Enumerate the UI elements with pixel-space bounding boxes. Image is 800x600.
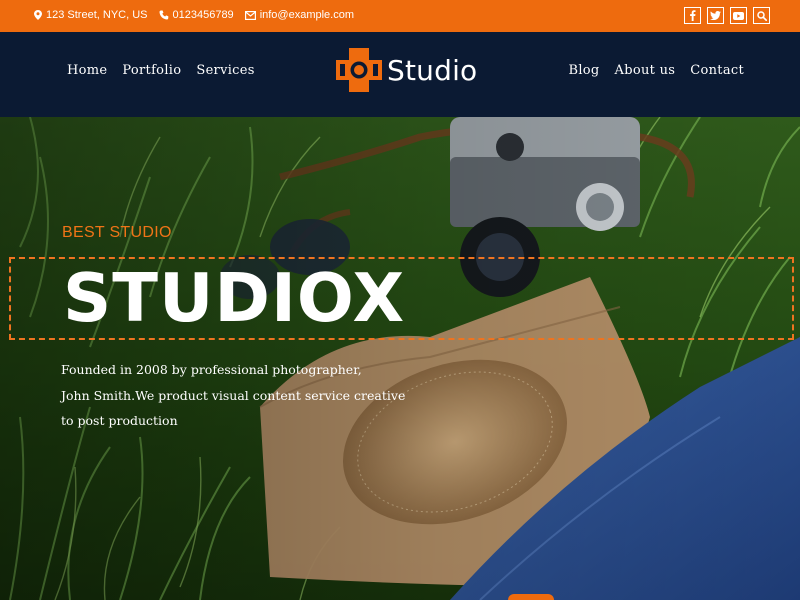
hero-description: Founded in 2008 by professional photogra… — [61, 357, 406, 434]
search-button[interactable] — [753, 7, 770, 24]
nav-link-services[interactable]: Services — [196, 63, 254, 78]
email-item[interactable]: info@example.com — [244, 9, 355, 21]
search-icon — [756, 10, 767, 21]
envelope-icon — [244, 10, 256, 20]
nav-link-contact[interactable]: Contact — [690, 63, 744, 78]
camera-logo-icon — [336, 48, 382, 92]
brand-logo[interactable]: Studio — [336, 48, 477, 92]
nav-right-menu: Blog About us Contact — [553, 63, 744, 78]
address-item: 123 Street, NYC, US — [34, 9, 148, 21]
address-text: 123 Street, NYC, US — [46, 9, 148, 21]
nav-link-home[interactable]: Home — [67, 63, 107, 78]
twitter-button[interactable] — [707, 7, 724, 24]
email-text: info@example.com — [259, 9, 355, 21]
youtube-icon — [733, 11, 744, 20]
hero-description-line: to post production — [61, 413, 178, 428]
main-navbar: Home Portfolio Services Studio Blog Abou… — [0, 32, 800, 117]
scroll-down-tab[interactable] — [508, 594, 554, 600]
hero-section: BEST STUDIO STUDIOX Founded in 2008 by p… — [0, 117, 800, 600]
nav-link-portfolio[interactable]: Portfolio — [122, 63, 181, 78]
phone-icon — [159, 10, 168, 20]
map-pin-icon — [34, 10, 42, 20]
brand-name: Studio — [387, 53, 478, 87]
nav-link-blog[interactable]: Blog — [568, 63, 599, 78]
phone-item[interactable]: 0123456789 — [159, 9, 234, 21]
twitter-icon — [710, 11, 721, 20]
nav-link-about[interactable]: About us — [615, 63, 676, 78]
youtube-button[interactable] — [730, 7, 747, 24]
phone-text: 0123456789 — [172, 9, 234, 21]
hero-kicker: BEST STUDIO — [62, 224, 172, 241]
contact-info: 123 Street, NYC, US 0123456789 info@exam… — [34, 9, 365, 21]
nav-left-menu: Home Portfolio Services — [67, 63, 270, 78]
social-links — [678, 7, 770, 24]
top-info-bar: 123 Street, NYC, US 0123456789 info@exam… — [0, 0, 800, 32]
facebook-button[interactable] — [684, 7, 701, 24]
hero-description-line: Founded in 2008 by professional photogra… — [61, 362, 362, 377]
hero-title: STUDIOX — [63, 259, 406, 337]
hero-description-line: John Smith.We product visual content ser… — [61, 387, 406, 403]
facebook-icon — [690, 10, 696, 21]
